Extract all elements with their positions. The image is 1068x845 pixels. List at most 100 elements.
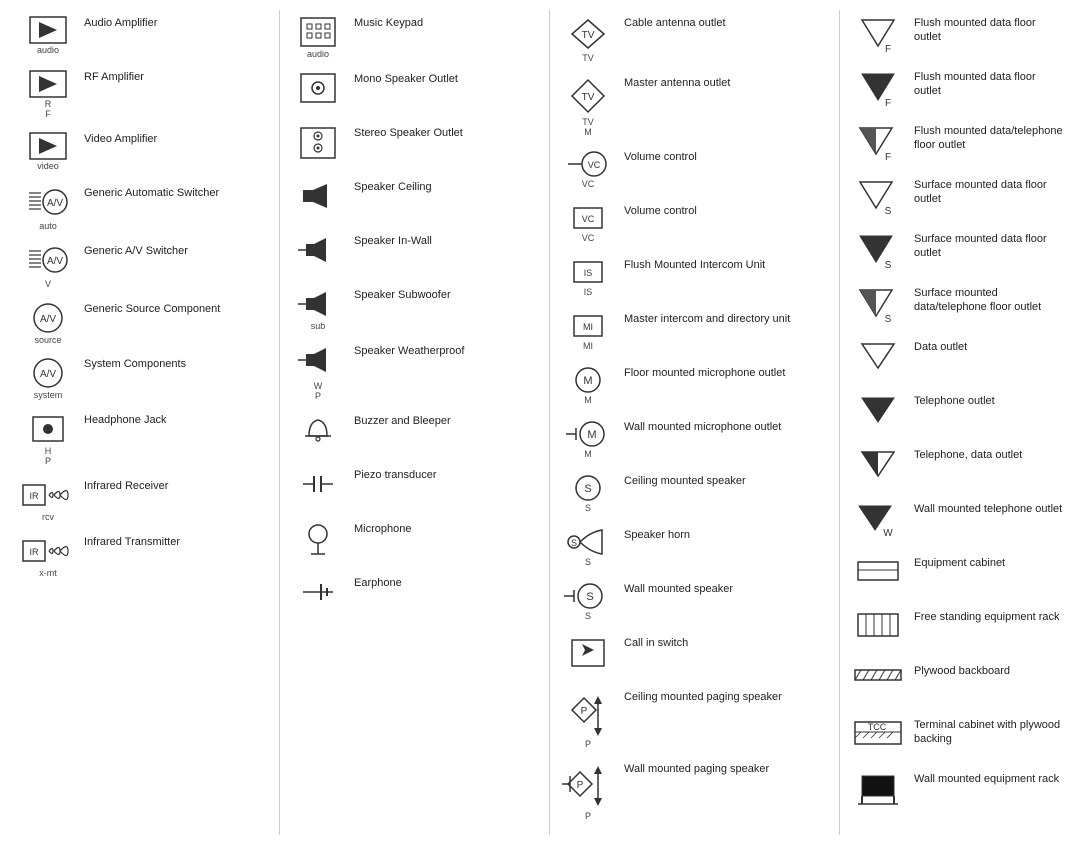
item-label: Floor mounted microphone outlet xyxy=(620,364,785,380)
list-item: Earphone xyxy=(286,574,543,618)
svg-text:IR: IR xyxy=(30,547,40,557)
svg-text:P: P xyxy=(581,706,588,717)
list-item: F Flush mounted data floor outlet xyxy=(846,68,1064,112)
icon-wrap: sub xyxy=(286,286,350,332)
free-standing-rack-icon xyxy=(856,610,900,640)
icon-wrap: IS IS xyxy=(556,256,620,298)
buzzer-icon xyxy=(299,414,337,446)
column-4: F Flush mounted data floor outlet F Flus… xyxy=(840,10,1068,835)
data-outlet-icon xyxy=(859,340,897,372)
list-item: VC VC Volume control xyxy=(556,202,833,246)
item-label: Cable antenna outlet xyxy=(620,14,726,30)
item-label: Master intercom and directory unit xyxy=(620,310,790,326)
master-antenna-icon: TV xyxy=(566,76,610,116)
item-label: Telephone outlet xyxy=(910,392,995,408)
list-item: S S Speaker horn xyxy=(556,526,833,570)
icon-wrap: A/V V xyxy=(16,242,80,290)
svg-text:W: W xyxy=(883,528,893,538)
svg-text:TV: TV xyxy=(582,30,595,41)
svg-text:P: P xyxy=(577,780,584,791)
icon-wrap: video xyxy=(16,130,80,172)
svg-text:A/V: A/V xyxy=(40,369,56,380)
ir-receiver-icon: IR xyxy=(22,479,74,511)
item-label: Speaker horn xyxy=(620,526,690,542)
svg-text:A/V: A/V xyxy=(47,198,63,209)
list-item: P P Ceiling mounted paging speaker xyxy=(556,688,833,750)
icon-wrap xyxy=(286,232,350,268)
icon-wrap: TV TV xyxy=(556,14,620,64)
icon-wrap xyxy=(846,392,910,426)
list-item: Telephone, data outlet xyxy=(846,446,1064,490)
svg-text:F: F xyxy=(885,44,891,52)
item-label: Surface mounted data/telephone floor out… xyxy=(910,284,1064,315)
master-intercom-icon: MI xyxy=(566,312,610,340)
piezo-icon xyxy=(299,468,337,500)
icon-wrap xyxy=(846,662,910,684)
cable-antenna-icon: TV xyxy=(566,16,610,52)
svg-text:S: S xyxy=(885,206,892,214)
svg-text:VC: VC xyxy=(588,160,601,170)
surface-data-filled-icon: S xyxy=(856,232,900,268)
icon-wrap: M M xyxy=(556,418,620,460)
item-label: Terminal cabinet with plywood backing xyxy=(910,716,1064,747)
list-item: TCC Terminal cabinet with plywood backin… xyxy=(846,716,1064,760)
list-item: W Wall mounted telephone outlet xyxy=(846,500,1064,544)
list-item: S Surface mounted data/telephone floor o… xyxy=(846,284,1064,328)
item-label: Music Keypad xyxy=(350,14,423,30)
item-label: Earphone xyxy=(350,574,402,590)
item-label: Generic Automatic Switcher xyxy=(80,184,219,200)
list-item: TV TVM Master antenna outlet xyxy=(556,74,833,138)
icon-wrap xyxy=(846,338,910,372)
list-item: IS IS Flush Mounted Intercom Unit xyxy=(556,256,833,300)
list-item: Mono Speaker Outlet xyxy=(286,70,543,114)
svg-text:F: F xyxy=(885,98,891,106)
icon-wrap: P P xyxy=(556,760,620,822)
icon-wrap xyxy=(286,124,350,162)
list-item: Plywood backboard xyxy=(846,662,1064,706)
wall-telephone-outlet-icon: W xyxy=(856,502,900,538)
icon-wrap: A/V system xyxy=(16,355,80,401)
icon-wrap xyxy=(846,554,910,586)
item-label: Speaker In-Wall xyxy=(350,232,432,248)
list-item: Call in switch xyxy=(556,634,833,678)
list-item: Speaker Ceiling xyxy=(286,178,543,222)
icon-wrap: F xyxy=(846,122,910,160)
svg-text:S: S xyxy=(885,314,892,322)
item-label: Flush mounted data floor outlet xyxy=(910,68,1064,99)
list-item: A/V auto Generic Automatic Switcher xyxy=(16,184,273,232)
list-item: audio Audio Amplifier xyxy=(16,14,273,58)
list-item: Telephone outlet xyxy=(846,392,1064,436)
column-3: TV TV Cable antenna outlet TV TVM Master… xyxy=(550,10,840,835)
svg-text:S: S xyxy=(586,591,593,603)
list-item: sub Speaker Subwoofer xyxy=(286,286,543,332)
floor-mic-icon: M xyxy=(566,366,610,394)
stereo-speaker-icon xyxy=(299,126,337,160)
item-label: Surface mounted data floor outlet xyxy=(910,230,1064,261)
list-item: A/V V Generic A/V Switcher xyxy=(16,242,273,290)
item-label: Free standing equipment rack xyxy=(910,608,1060,624)
rf-amp-icon xyxy=(29,70,67,98)
icon-wrap: S xyxy=(846,284,910,322)
svg-text:TV: TV xyxy=(582,92,595,103)
list-item: RF RF Amplifier xyxy=(16,68,273,120)
list-item: S S Ceiling mounted speaker xyxy=(556,472,833,516)
icon-wrap xyxy=(286,70,350,106)
source-icon: A/V xyxy=(29,302,67,334)
ceiling-speaker-icon: S xyxy=(566,474,610,502)
list-item: IR x-mt Infrared Transmitter xyxy=(16,533,273,579)
list-item: A/V system System Components xyxy=(16,355,273,401)
music-keypad-icon xyxy=(299,16,337,48)
list-item: Equipment cabinet xyxy=(846,554,1064,598)
item-label: Plywood backboard xyxy=(910,662,1010,678)
item-label: Video Amplifier xyxy=(80,130,157,146)
item-label: Wall mounted equipment rack xyxy=(910,770,1059,786)
list-item: F Flush mounted data/telephone floor out… xyxy=(846,122,1064,166)
plywood-backboard-icon xyxy=(853,664,903,684)
list-item: Stereo Speaker Outlet xyxy=(286,124,543,168)
list-item: P P Wall mounted paging speaker xyxy=(556,760,833,822)
ceiling-paging-icon: P xyxy=(562,690,614,738)
item-label: Equipment cabinet xyxy=(910,554,1005,570)
item-label: Flush Mounted Intercom Unit xyxy=(620,256,765,272)
column-2: audio Music Keypad Mono Speaker Outlet xyxy=(280,10,550,835)
telephone-data-outlet-icon xyxy=(859,448,897,480)
